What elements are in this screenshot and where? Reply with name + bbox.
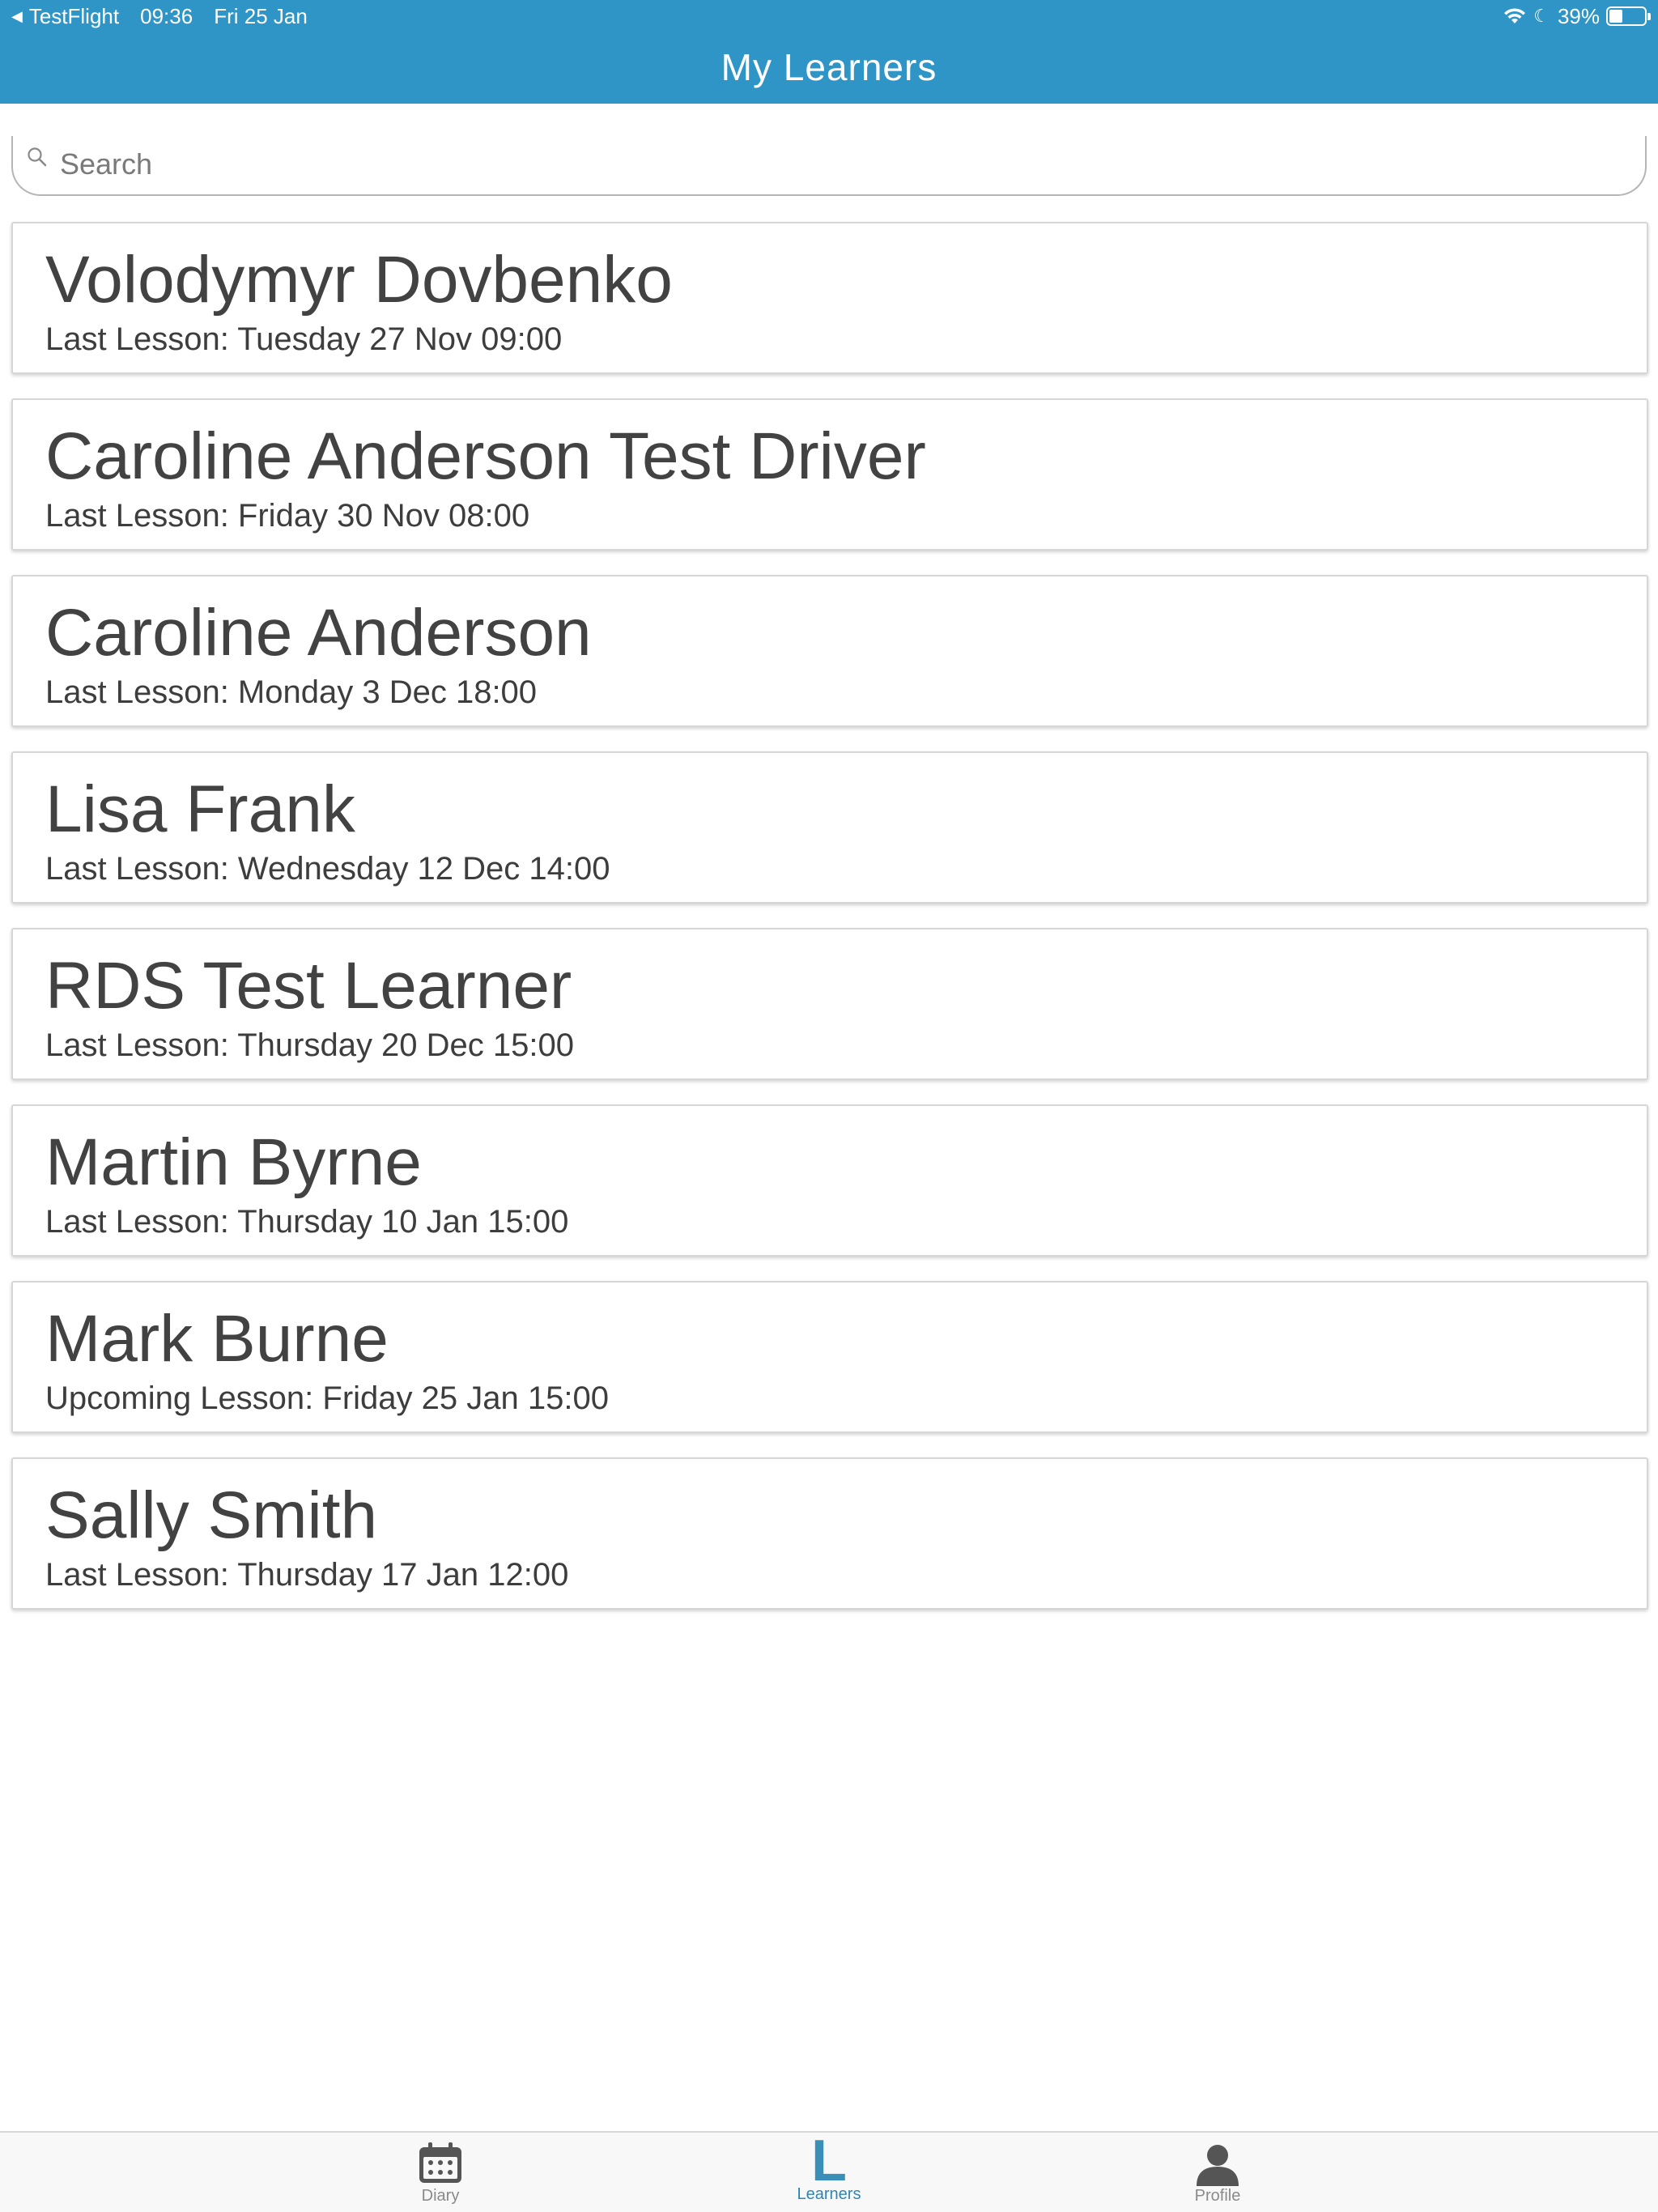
tab-learners-label: Learners [797, 2185, 861, 2203]
learner-lesson-info: Last Lesson: Monday 3 Dec 18:00 [45, 674, 538, 710]
learner-name: Martin Byrne [45, 1125, 422, 1199]
battery-icon [1606, 6, 1651, 26]
learner-name: Caroline Anderson Test Driver [45, 419, 926, 493]
learner-lesson-info: Last Lesson: Wednesday 12 Dec 14:00 [45, 851, 610, 887]
battery-fill [1609, 10, 1622, 23]
app-root: ◀ TestFlight 09:36 Fri 25 Jan ☾ 39% My L… [0, 0, 1658, 2212]
tab-diary[interactable]: Diary [359, 2133, 521, 2212]
learner-card[interactable]: Sally Smith Last Lesson: Thursday 17 Jan… [11, 1457, 1648, 1610]
learner-card[interactable]: Volodymyr Dovbenko Last Lesson: Tuesday … [11, 222, 1648, 374]
status-left: ◀ TestFlight 09:36 Fri 25 Jan [11, 0, 308, 32]
tab-learners[interactable]: L Learners [748, 2129, 910, 2212]
learner-card[interactable]: Lisa Frank Last Lesson: Wednesday 12 Dec… [11, 751, 1648, 904]
status-bar: ◀ TestFlight 09:36 Fri 25 Jan ☾ 39% [0, 0, 1658, 32]
learner-card[interactable]: Caroline Anderson Last Lesson: Monday 3 … [11, 575, 1648, 727]
learner-name: Volodymyr Dovbenko [45, 243, 673, 317]
learner-lesson-info: Last Lesson: Friday 30 Nov 08:00 [45, 498, 530, 534]
wifi-icon [1504, 8, 1526, 23]
learner-card[interactable]: Caroline Anderson Test Driver Last Lesso… [11, 398, 1648, 551]
learner-lesson-info: Last Lesson: Tuesday 27 Nov 09:00 [45, 321, 563, 357]
learner-lesson-info: Last Lesson: Thursday 17 Jan 12:00 [45, 1557, 569, 1593]
learner-lesson-info: Last Lesson: Thursday 10 Jan 15:00 [45, 1204, 569, 1240]
battery-percent: 39% [1557, 4, 1600, 28]
tab-profile[interactable]: Profile [1137, 2133, 1299, 2212]
back-app-link[interactable]: TestFlight [29, 0, 119, 32]
learner-name: RDS Test Learner [45, 949, 572, 1023]
learner-card[interactable]: Martin Byrne Last Lesson: Thursday 10 Ja… [11, 1104, 1648, 1257]
learner-name: Sally Smith [45, 1478, 378, 1552]
learner-lesson-info: Last Lesson: Thursday 20 Dec 15:00 [45, 1027, 575, 1063]
search-icon [28, 147, 47, 167]
search-bar[interactable] [11, 136, 1647, 196]
learner-lesson-info: Upcoming Lesson: Friday 25 Jan 15:00 [45, 1380, 609, 1416]
learners-icon: L [811, 2129, 847, 2193]
tab-diary-label: Diary [421, 2187, 460, 2205]
search-input[interactable] [60, 141, 1598, 188]
learner-list: Volodymyr Dovbenko Last Lesson: Tuesday … [11, 222, 1648, 1634]
learner-name: Lisa Frank [45, 772, 355, 846]
back-arrow-icon[interactable]: ◀ [11, 0, 23, 32]
status-right: ☾ 39% [1503, 0, 1651, 32]
learner-card[interactable]: RDS Test Learner Last Lesson: Thursday 2… [11, 928, 1648, 1080]
learner-name: Mark Burne [45, 1302, 389, 1376]
tab-profile-label: Profile [1194, 2187, 1241, 2205]
page-title: My Learners [721, 46, 937, 88]
status-time: 09:36 [140, 4, 193, 28]
moon-icon: ☾ [1533, 6, 1550, 26]
calendar-icon [419, 2142, 461, 2183]
learner-name: Caroline Anderson [45, 596, 592, 670]
person-icon [1197, 2145, 1239, 2186]
header: ◀ TestFlight 09:36 Fri 25 Jan ☾ 39% My L… [0, 0, 1658, 104]
status-date: Fri 25 Jan [214, 4, 308, 28]
tab-bar: Diary L Learners Profile [0, 2131, 1658, 2212]
learner-card[interactable]: Mark Burne Upcoming Lesson: Friday 25 Ja… [11, 1281, 1648, 1433]
